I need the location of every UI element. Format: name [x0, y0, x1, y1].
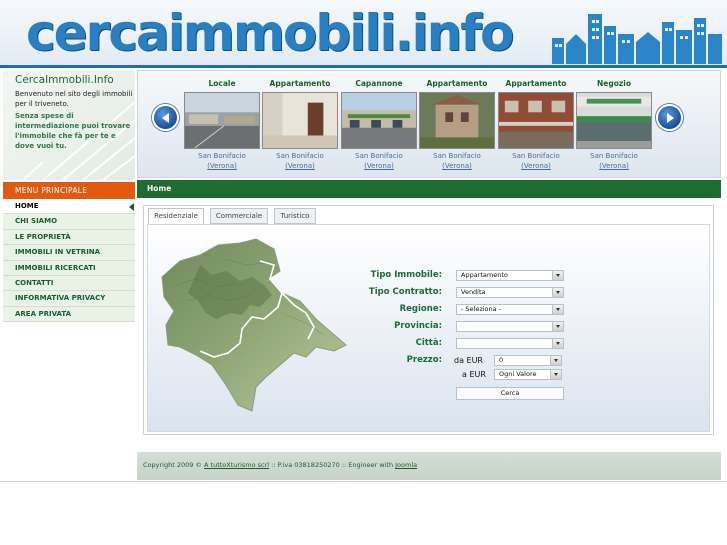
tipo-immobile-select[interactable]: Appartamento — [456, 270, 564, 281]
property-carousel: Locale San Bonifacio (Verona) Appartamen… — [137, 70, 721, 178]
site-footer: Copyright 2009 © A tuttoXturismo scrl ::… — [137, 452, 721, 480]
card-province-link[interactable]: (Verona) — [419, 161, 495, 171]
property-photo-appartamento[interactable] — [419, 92, 495, 149]
chevron-down-icon — [550, 356, 561, 365]
card-city: San Bonifacio — [433, 152, 481, 160]
menu-item-area-privata[interactable]: AREA PRIVATA — [3, 306, 135, 323]
card-type: Appartamento — [269, 79, 331, 88]
property-card: Locale San Bonifacio (Verona) — [184, 78, 260, 171]
menu-item-informativa-privacy[interactable]: INFORMATIVA PRIVACY — [3, 291, 135, 307]
price-to-label: a EUR — [462, 370, 486, 379]
property-photo-negozio[interactable] — [576, 92, 652, 149]
chevron-down-icon — [552, 288, 563, 297]
card-type: Appartamento — [426, 79, 488, 88]
price-from-select[interactable]: 0 — [494, 355, 562, 366]
region-map[interactable] — [156, 235, 356, 415]
menu-item-immobili-ricercati[interactable]: IMMOBILI RICERCATI — [3, 260, 135, 276]
price-to-value: Ogni Valore — [499, 370, 537, 378]
carousel-next-button[interactable] — [656, 104, 683, 131]
card-province-link[interactable]: (Verona) — [184, 161, 260, 171]
chevron-down-icon — [552, 339, 563, 348]
property-photo-locale[interactable] — [184, 92, 260, 149]
price-from-label: da EUR — [454, 356, 483, 365]
bottom-divider — [0, 481, 727, 482]
site-name: CercaImmobili.Info — [15, 74, 114, 86]
intro-box: CercaImmobili.Info Benvenuto nel sito de… — [3, 70, 135, 180]
citta-select[interactable] — [456, 338, 564, 349]
card-city: San Bonifacio — [198, 152, 246, 160]
chevron-down-icon — [552, 305, 563, 314]
breadcrumb[interactable]: Home — [147, 184, 171, 193]
vat-text: :: P.iva 03818250270 :: Engineer with — [269, 461, 396, 469]
menu-item-home[interactable]: HOME — [3, 199, 135, 215]
site-header: cercaimmobili.info — [0, 0, 727, 68]
copyright-text: Copyright 2009 © — [143, 461, 205, 469]
city-skyline-icon — [552, 14, 722, 64]
card-city: San Bonifacio — [276, 152, 324, 160]
chevron-down-icon — [552, 322, 563, 331]
property-card: Appartamento San Bonifacio (Verona) — [262, 78, 338, 171]
menu-item-contatti[interactable]: CONTATTI — [3, 275, 135, 292]
property-photo-appartamento[interactable] — [498, 92, 574, 149]
carousel-prev-button[interactable] — [152, 104, 179, 131]
card-type: Capannone — [355, 79, 403, 88]
regione-value: - Seleziona - — [461, 305, 502, 313]
menu-item-immobili-in-vetrina[interactable]: IMMOBILI IN VETRINA — [3, 245, 135, 261]
card-city: San Bonifacio — [512, 152, 560, 160]
tipo-contratto-label: Tipo Contratto: — [368, 287, 442, 297]
card-type: Appartamento — [505, 79, 567, 88]
property-photo-capannone[interactable] — [341, 92, 417, 149]
card-type: Negozio — [597, 79, 631, 88]
footer-text: Copyright 2009 © A tuttoXturismo scrl ::… — [143, 461, 417, 469]
company-link[interactable]: A tuttoXturismo scrl — [204, 461, 269, 469]
joomla-link[interactable]: Joomla — [395, 461, 417, 469]
provincia-label: Provincia: — [394, 321, 442, 331]
tipo-contratto-select[interactable]: Vendita — [456, 287, 564, 298]
site-logo[interactable]: cercaimmobili.info — [26, 4, 514, 62]
card-province-link[interactable]: (Verona) — [498, 161, 574, 171]
card-province-link[interactable]: (Verona) — [341, 161, 417, 171]
chevron-down-icon — [550, 370, 561, 379]
prezzo-label: Prezzo: — [406, 355, 442, 365]
card-province-link[interactable]: (Verona) — [262, 161, 338, 171]
menu-item-le-proprieta[interactable]: LE PROPRIETÀ — [3, 229, 135, 246]
main-content: Residenziale Commerciale Turistico Tipo … — [137, 198, 721, 443]
chevron-down-icon — [552, 271, 563, 280]
property-photo-appartamento[interactable] — [262, 92, 338, 149]
property-card: Appartamento San Bonifacio (Verona) — [419, 78, 495, 171]
citta-label: Città: — [415, 338, 442, 348]
tagline-text: Senza spese di intermediazione puoi trov… — [15, 112, 131, 150]
tab-turistico[interactable]: Turistico — [274, 208, 316, 224]
search-form-area: Tipo Immobile: Appartamento Tipo Contrat… — [147, 224, 710, 432]
arrow-right-icon — [667, 113, 674, 123]
property-card: Appartamento San Bonifacio (Verona) — [498, 78, 574, 171]
regione-select[interactable]: - Seleziona - — [456, 304, 564, 315]
page: cercaimmobili.info CercaImmobili.Info Be… — [0, 0, 727, 545]
tipo-immobile-label: Tipo Immobile: — [370, 270, 442, 280]
price-to-select[interactable]: Ogni Valore — [494, 369, 562, 380]
card-city: San Bonifacio — [355, 152, 403, 160]
tab-commerciale[interactable]: Commerciale — [210, 208, 268, 224]
property-card: Capannone San Bonifacio (Verona) — [341, 78, 417, 171]
regione-label: Regione: — [399, 304, 442, 314]
breadcrumb-bar: Home — [137, 180, 721, 198]
main-menu: HOME CHI SIAMO LE PROPRIETÀ IMMOBILI IN … — [3, 199, 135, 323]
search-button[interactable]: Cerca — [456, 387, 564, 400]
search-panel: Residenziale Commerciale Turistico Tipo … — [143, 205, 714, 435]
provincia-select[interactable] — [456, 321, 564, 332]
tipo-immobile-value: Appartamento — [461, 271, 508, 279]
property-card: Negozio San Bonifacio (Verona) — [576, 78, 652, 171]
card-province-link[interactable]: (Verona) — [576, 161, 652, 171]
card-city: San Bonifacio — [590, 152, 638, 160]
welcome-text: Benvenuto nel sito degli immobili per il… — [15, 90, 133, 108]
price-from-value: 0 — [499, 356, 504, 364]
menu-header: MENU PRINCIPALE — [3, 182, 135, 199]
tab-residenziale[interactable]: Residenziale — [148, 208, 204, 224]
menu-item-chi-siamo[interactable]: CHI SIAMO — [3, 214, 135, 230]
tipo-contratto-value: Vendita — [461, 288, 486, 296]
arrow-left-icon — [162, 113, 169, 123]
card-type: Locale — [208, 79, 236, 88]
